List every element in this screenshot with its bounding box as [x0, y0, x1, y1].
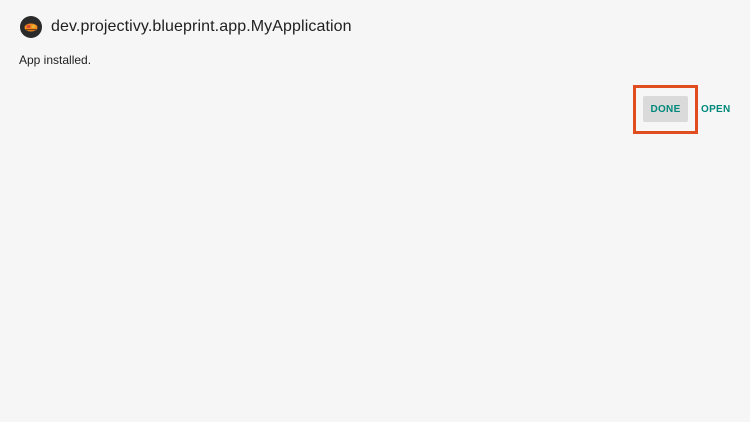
done-button[interactable]: DONE	[643, 96, 688, 122]
open-button[interactable]: OPEN	[701, 96, 731, 122]
app-icon	[20, 16, 42, 38]
app-package-name: dev.projectivy.blueprint.app.MyApplicati…	[51, 18, 352, 35]
action-bar: DONE OPEN	[643, 96, 731, 122]
install-status-text: App installed.	[19, 53, 92, 67]
installer-header: dev.projectivy.blueprint.app.MyApplicati…	[20, 15, 352, 39]
